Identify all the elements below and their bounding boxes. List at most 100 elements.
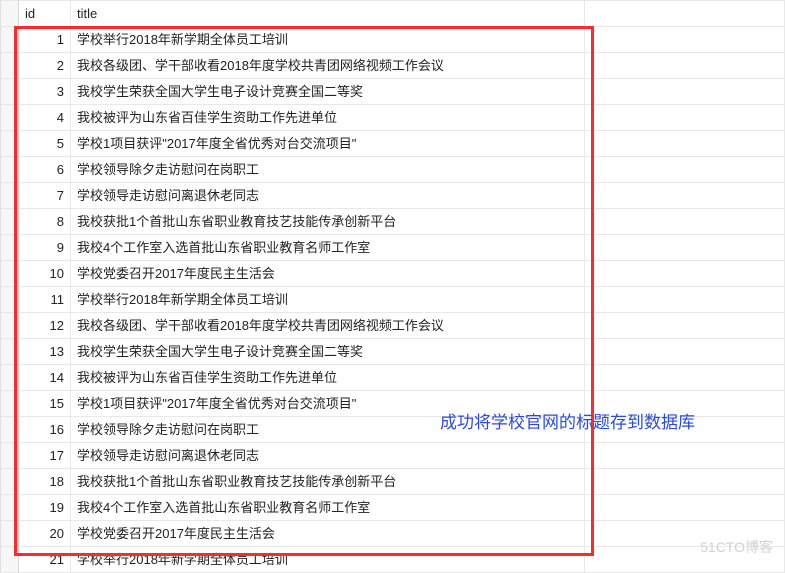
- id-cell[interactable]: 11: [19, 287, 71, 313]
- title-cell[interactable]: 我校学生荣获全国大学生电子设计竞赛全国二等奖: [71, 79, 585, 105]
- row-number-cell[interactable]: [1, 469, 19, 495]
- id-cell[interactable]: 4: [19, 105, 71, 131]
- id-cell[interactable]: 19: [19, 495, 71, 521]
- row-number-cell[interactable]: [1, 417, 19, 443]
- column-header-title[interactable]: title: [71, 1, 585, 27]
- empty-cell[interactable]: [585, 131, 785, 157]
- empty-cell[interactable]: [585, 261, 785, 287]
- empty-cell[interactable]: [585, 469, 785, 495]
- empty-cell[interactable]: [585, 443, 785, 469]
- title-cell[interactable]: 学校举行2018年新学期全体员工培训: [71, 287, 585, 313]
- row-number-cell[interactable]: [1, 105, 19, 131]
- table-row[interactable]: 3我校学生荣获全国大学生电子设计竞赛全国二等奖: [1, 79, 785, 105]
- row-number-cell[interactable]: [1, 79, 19, 105]
- row-number-cell[interactable]: [1, 131, 19, 157]
- empty-cell[interactable]: [585, 27, 785, 53]
- id-cell[interactable]: 8: [19, 209, 71, 235]
- row-number-cell[interactable]: [1, 209, 19, 235]
- title-cell[interactable]: 学校举行2018年新学期全体员工培训: [71, 547, 585, 573]
- id-cell[interactable]: 17: [19, 443, 71, 469]
- row-number-cell[interactable]: [1, 313, 19, 339]
- title-cell[interactable]: 学校领导走访慰问离退休老同志: [71, 443, 585, 469]
- table-row[interactable]: 10学校党委召开2017年度民主生活会: [1, 261, 785, 287]
- title-cell[interactable]: 学校领导除夕走访慰问在岗职工: [71, 417, 585, 443]
- row-number-cell[interactable]: [1, 339, 19, 365]
- empty-cell[interactable]: [585, 53, 785, 79]
- table-row[interactable]: 9我校4个工作室入选首批山东省职业教育名师工作室: [1, 235, 785, 261]
- table-row[interactable]: 13我校学生荣获全国大学生电子设计竞赛全国二等奖: [1, 339, 785, 365]
- empty-cell[interactable]: [585, 209, 785, 235]
- column-header-extra[interactable]: [585, 1, 785, 27]
- column-header-id[interactable]: id: [19, 1, 71, 27]
- title-cell[interactable]: 我校获批1个首批山东省职业教育技艺技能传承创新平台: [71, 209, 585, 235]
- empty-cell[interactable]: [585, 79, 785, 105]
- id-cell[interactable]: 3: [19, 79, 71, 105]
- row-number-cell[interactable]: [1, 53, 19, 79]
- empty-cell[interactable]: [585, 183, 785, 209]
- table-row[interactable]: 12我校各级团、学干部收看2018年度学校共青团网络视频工作会议: [1, 313, 785, 339]
- empty-cell[interactable]: [585, 235, 785, 261]
- id-cell[interactable]: 20: [19, 521, 71, 547]
- empty-cell[interactable]: [585, 547, 785, 573]
- title-cell[interactable]: 我校4个工作室入选首批山东省职业教育名师工作室: [71, 235, 585, 261]
- id-cell[interactable]: 10: [19, 261, 71, 287]
- id-cell[interactable]: 14: [19, 365, 71, 391]
- row-number-cell[interactable]: [1, 521, 19, 547]
- table-row[interactable]: 19我校4个工作室入选首批山东省职业教育名师工作室: [1, 495, 785, 521]
- table-row[interactable]: 16学校领导除夕走访慰问在岗职工: [1, 417, 785, 443]
- table-row[interactable]: 21学校举行2018年新学期全体员工培训: [1, 547, 785, 573]
- table-row[interactable]: 17学校领导走访慰问离退休老同志: [1, 443, 785, 469]
- empty-cell[interactable]: [585, 339, 785, 365]
- id-cell[interactable]: 7: [19, 183, 71, 209]
- id-cell[interactable]: 9: [19, 235, 71, 261]
- table-row[interactable]: 5学校1项目获评"2017年度全省优秀对台交流项目": [1, 131, 785, 157]
- row-number-cell[interactable]: [1, 495, 19, 521]
- id-cell[interactable]: 12: [19, 313, 71, 339]
- id-cell[interactable]: 21: [19, 547, 71, 573]
- row-number-cell[interactable]: [1, 27, 19, 53]
- title-cell[interactable]: 学校举行2018年新学期全体员工培训: [71, 27, 585, 53]
- title-cell[interactable]: 我校获批1个首批山东省职业教育技艺技能传承创新平台: [71, 469, 585, 495]
- row-number-cell[interactable]: [1, 235, 19, 261]
- row-number-cell[interactable]: [1, 443, 19, 469]
- id-cell[interactable]: 2: [19, 53, 71, 79]
- title-cell[interactable]: 学校1项目获评"2017年度全省优秀对台交流项目": [71, 391, 585, 417]
- empty-cell[interactable]: [585, 105, 785, 131]
- row-number-header[interactable]: [1, 1, 19, 27]
- data-table[interactable]: id title 1学校举行2018年新学期全体员工培训2我校各级团、学干部收看…: [0, 0, 785, 573]
- title-cell[interactable]: 学校党委召开2017年度民主生活会: [71, 521, 585, 547]
- title-cell[interactable]: 学校领导走访慰问离退休老同志: [71, 183, 585, 209]
- title-cell[interactable]: 我校学生荣获全国大学生电子设计竞赛全国二等奖: [71, 339, 585, 365]
- table-row[interactable]: 15学校1项目获评"2017年度全省优秀对台交流项目": [1, 391, 785, 417]
- empty-cell[interactable]: [585, 287, 785, 313]
- title-cell[interactable]: 学校1项目获评"2017年度全省优秀对台交流项目": [71, 131, 585, 157]
- row-number-cell[interactable]: [1, 287, 19, 313]
- row-number-cell[interactable]: [1, 365, 19, 391]
- empty-cell[interactable]: [585, 495, 785, 521]
- row-number-cell[interactable]: [1, 261, 19, 287]
- row-number-cell[interactable]: [1, 547, 19, 573]
- table-row[interactable]: 7学校领导走访慰问离退休老同志: [1, 183, 785, 209]
- empty-cell[interactable]: [585, 157, 785, 183]
- title-cell[interactable]: 我校4个工作室入选首批山东省职业教育名师工作室: [71, 495, 585, 521]
- table-row[interactable]: 20学校党委召开2017年度民主生活会: [1, 521, 785, 547]
- table-row[interactable]: 8我校获批1个首批山东省职业教育技艺技能传承创新平台: [1, 209, 785, 235]
- id-cell[interactable]: 13: [19, 339, 71, 365]
- title-cell[interactable]: 我校被评为山东省百佳学生资助工作先进单位: [71, 105, 585, 131]
- empty-cell[interactable]: [585, 365, 785, 391]
- title-cell[interactable]: 我校各级团、学干部收看2018年度学校共青团网络视频工作会议: [71, 313, 585, 339]
- id-cell[interactable]: 6: [19, 157, 71, 183]
- table-row[interactable]: 11学校举行2018年新学期全体员工培训: [1, 287, 785, 313]
- table-row[interactable]: 2我校各级团、学干部收看2018年度学校共青团网络视频工作会议: [1, 53, 785, 79]
- id-cell[interactable]: 18: [19, 469, 71, 495]
- id-cell[interactable]: 5: [19, 131, 71, 157]
- title-cell[interactable]: 学校领导除夕走访慰问在岗职工: [71, 157, 585, 183]
- row-number-cell[interactable]: [1, 183, 19, 209]
- row-number-cell[interactable]: [1, 157, 19, 183]
- empty-cell[interactable]: [585, 391, 785, 417]
- id-cell[interactable]: 15: [19, 391, 71, 417]
- title-cell[interactable]: 我校被评为山东省百佳学生资助工作先进单位: [71, 365, 585, 391]
- table-row[interactable]: 4我校被评为山东省百佳学生资助工作先进单位: [1, 105, 785, 131]
- empty-cell[interactable]: [585, 521, 785, 547]
- empty-cell[interactable]: [585, 313, 785, 339]
